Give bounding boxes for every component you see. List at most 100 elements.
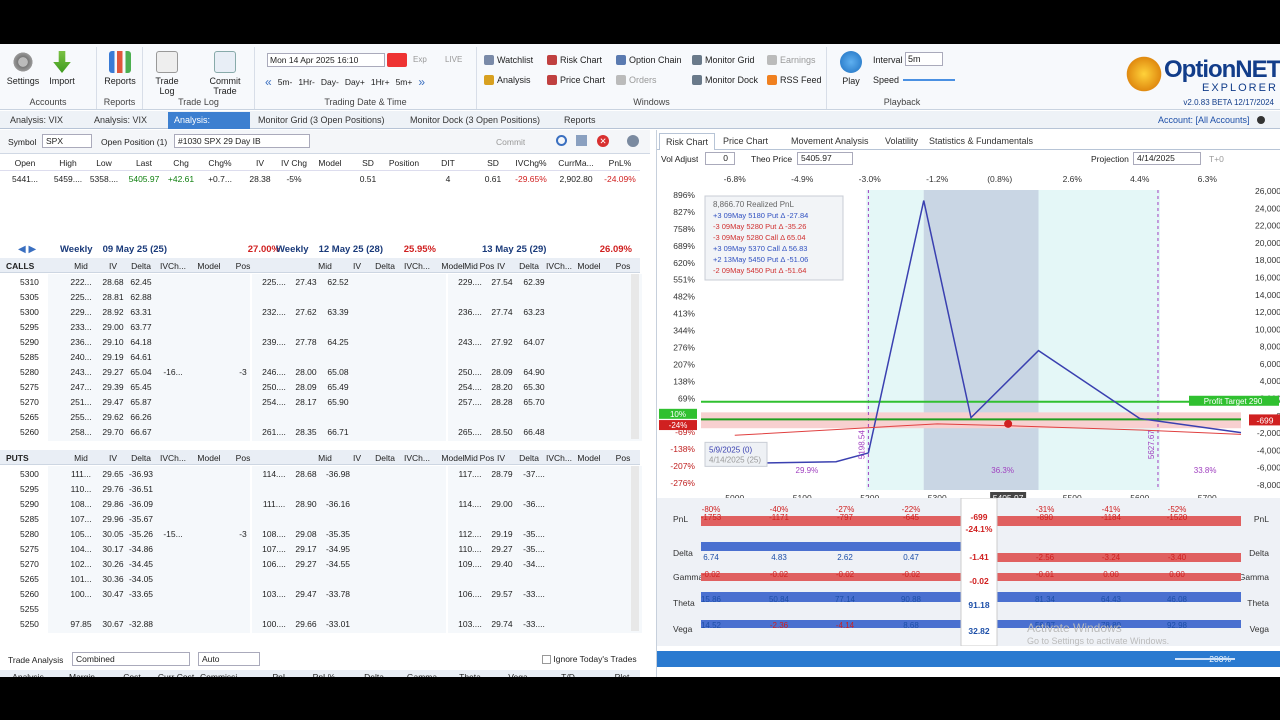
chain-cell[interactable]: 239....	[258, 337, 290, 347]
auto-select[interactable]: Auto	[198, 652, 260, 666]
chain-cell[interactable]: 29.47	[290, 589, 322, 599]
chain-cell[interactable]: 255...	[66, 412, 96, 422]
risk-chart-button[interactable]: Risk Chart	[547, 55, 602, 65]
chain-cell[interactable]: -36....	[518, 499, 550, 509]
zoom-slider[interactable]	[1175, 658, 1235, 660]
account-selector[interactable]: Account: [All Accounts]	[1152, 112, 1256, 129]
chain-cell[interactable]: 29.62	[98, 412, 128, 422]
chain-cell[interactable]: 62.39	[518, 277, 550, 287]
earnings-button[interactable]: Earnings	[767, 55, 816, 65]
chain-cell[interactable]: -35.35	[322, 529, 354, 539]
chain-cell[interactable]: 105...	[66, 529, 96, 539]
chain-cell[interactable]: 250....	[258, 382, 290, 392]
chain-cell[interactable]: 27.78	[290, 337, 322, 347]
chain-cell[interactable]: 112....	[454, 529, 486, 539]
option-chain-button[interactable]: Option Chain	[616, 55, 682, 65]
chain-cell[interactable]: 261....	[258, 427, 290, 437]
chain-cell[interactable]: 109....	[454, 559, 486, 569]
rewind-icon[interactable]: «	[265, 75, 272, 89]
chain-cell[interactable]: 27.74	[486, 307, 518, 317]
chain-cell[interactable]: 225...	[66, 292, 96, 302]
chain-cell[interactable]: 29.74	[486, 619, 518, 629]
chain-cell[interactable]: 28.17	[290, 397, 322, 407]
chain-cell[interactable]: 114....	[258, 469, 290, 479]
chain-cell[interactable]: 117....	[454, 469, 486, 479]
chain-cell[interactable]: -35.67	[126, 514, 156, 524]
chain-cell[interactable]: 29.40	[486, 559, 518, 569]
chain-cell[interactable]: 65.08	[322, 367, 354, 377]
tab-analysis-vix-1[interactable]: Analysis: VIX	[4, 112, 69, 129]
chain-cell[interactable]: 28.20	[486, 382, 518, 392]
nav-step-5[interactable]: 5m+	[396, 77, 413, 87]
chain-cell[interactable]: 63.77	[126, 322, 156, 332]
chain-cell[interactable]: -34.45	[126, 559, 156, 569]
chain-cell[interactable]: -33....	[518, 619, 550, 629]
chain-cell[interactable]: -36.93	[126, 469, 156, 479]
symbol-select[interactable]: SPX	[42, 134, 92, 148]
chain-cell[interactable]: 65.49	[322, 382, 354, 392]
chain-cell[interactable]: 29.57	[486, 589, 518, 599]
trade-log-button[interactable]: Trade Log	[147, 51, 187, 96]
chain-cell[interactable]: 29.17	[290, 544, 322, 554]
chain-cell[interactable]: 28.79	[486, 469, 518, 479]
tab-analysis-spx[interactable]: Analysis: SPX✕	[168, 112, 250, 141]
chain-cell[interactable]: 233...	[66, 322, 96, 332]
commit-button[interactable]: Commit	[496, 137, 525, 147]
chain-cell[interactable]: 65.70	[518, 397, 550, 407]
chain-cell[interactable]: 114....	[454, 499, 486, 509]
chain-cell[interactable]: 101...	[66, 574, 96, 584]
monitor-dock-button[interactable]: Monitor Dock	[692, 75, 758, 85]
theo-price-input[interactable]: 5405.97	[797, 152, 853, 165]
scrollbar[interactable]	[631, 274, 639, 439]
chain-cell[interactable]: -16...	[158, 367, 188, 377]
chain-cell[interactable]: 27.43	[290, 277, 322, 287]
chain-cell[interactable]: 100....	[258, 619, 290, 629]
chain-cell[interactable]: 243...	[66, 367, 96, 377]
chain-cell[interactable]: 63.23	[518, 307, 550, 317]
chain-cell[interactable]: 236...	[66, 337, 96, 347]
vol-adjust-input[interactable]: 0	[705, 152, 735, 165]
chain-cell[interactable]: -34.55	[322, 559, 354, 569]
exp-button[interactable]: Exp	[413, 55, 427, 64]
chain-cell[interactable]: 65.45	[126, 382, 156, 392]
chain-cell[interactable]: -34....	[518, 559, 550, 569]
chain-cell[interactable]: -36.51	[126, 484, 156, 494]
chain-cell[interactable]: 243....	[454, 337, 486, 347]
import-button[interactable]: Import	[42, 51, 82, 86]
chain-cell[interactable]: 247...	[66, 382, 96, 392]
orders-button[interactable]: Orders	[616, 75, 657, 85]
chain-cell[interactable]: -33.78	[322, 589, 354, 599]
chain-cell[interactable]: 106....	[258, 559, 290, 569]
chain-cell[interactable]: 30.17	[98, 544, 128, 554]
chain-cell[interactable]: -37....	[518, 469, 550, 479]
chain-cell[interactable]: 254....	[454, 382, 486, 392]
chain-cell[interactable]: -33....	[518, 589, 550, 599]
chain-cell[interactable]: -33.01	[322, 619, 354, 629]
chain-cell[interactable]: 29.76	[98, 484, 128, 494]
chain-cell[interactable]: 257....	[454, 397, 486, 407]
live-button[interactable]: LIVE	[445, 55, 462, 64]
chain-cell[interactable]: 27.92	[486, 337, 518, 347]
chain-cell[interactable]: 254....	[258, 397, 290, 407]
chain-cell[interactable]: 64.07	[518, 337, 550, 347]
chain-cell[interactable]: -36.09	[126, 499, 156, 509]
chain-cell[interactable]: 29.39	[98, 382, 128, 392]
chain-cell[interactable]: 229....	[454, 277, 486, 287]
chain-cell[interactable]: 66.26	[126, 412, 156, 422]
chain-cell[interactable]: 240...	[66, 352, 96, 362]
chain-cell[interactable]: 104...	[66, 544, 96, 554]
chain-cell[interactable]: 29.27	[98, 367, 128, 377]
tab-monitor-grid[interactable]: Monitor Grid (3 Open Positions)	[252, 112, 391, 129]
nav-step-1[interactable]: 1Hr-	[298, 77, 315, 87]
chain-cell[interactable]: 28.28	[486, 397, 518, 407]
risk-tab[interactable]: Statistics & Fundamentals	[923, 133, 1039, 150]
chain-cell[interactable]: 28.00	[290, 367, 322, 377]
risk-chart[interactable]: -6.8% -4.9% -3.0% -1.2% (0.8%) 2.6% 4.4% 6.3% 89…	[657, 168, 1280, 498]
chain-cell[interactable]: 250....	[454, 367, 486, 377]
chain-cell[interactable]: 29.00	[486, 499, 518, 509]
risk-tab[interactable]: Price Chart	[717, 133, 774, 150]
chain-cell[interactable]: -34.95	[322, 544, 354, 554]
chain-cell[interactable]: 110...	[66, 484, 96, 494]
chain-cell[interactable]: 64.90	[518, 367, 550, 377]
analysis-button[interactable]: Analysis	[484, 75, 531, 85]
